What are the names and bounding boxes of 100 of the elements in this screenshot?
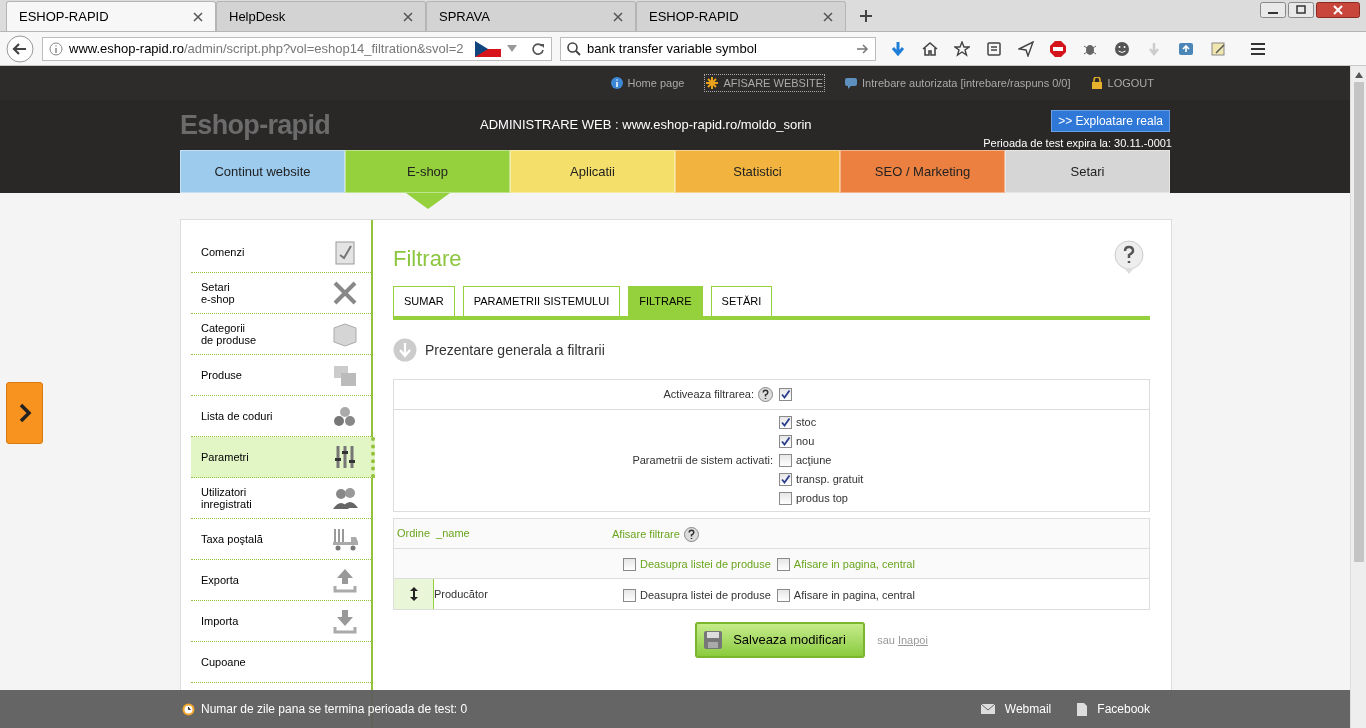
- nav-tab[interactable]: Continut website: [180, 150, 345, 193]
- save-button[interactable]: Salveaza modificari: [695, 622, 866, 658]
- column-header: Afisare filtrare: [612, 527, 680, 543]
- new-tab-icon[interactable]: [860, 10, 872, 22]
- sidebar-item[interactable]: Importa: [191, 601, 371, 642]
- page-tab[interactable]: SUMAR: [393, 286, 455, 316]
- top-link[interactable]: AFISARE WEBSITE: [704, 73, 826, 93]
- section-title: Prezentare generala a filtrarii: [425, 340, 605, 360]
- sidebar-item[interactable]: Setari e-shop: [191, 273, 371, 314]
- checkbox[interactable]: [623, 588, 636, 602]
- sidebar-label: Utilizatori inregistrati: [201, 486, 253, 510]
- help-icon[interactable]: [1112, 240, 1146, 276]
- document-icon: [1077, 702, 1088, 716]
- send-icon[interactable]: [1018, 40, 1034, 57]
- field-label: Activeaza filtrarea:: [663, 387, 754, 403]
- back-icon[interactable]: [6, 34, 34, 63]
- close-icon[interactable]: [823, 11, 833, 22]
- close-icon[interactable]: [1316, 2, 1360, 18]
- search-icon: [567, 41, 581, 56]
- checkbox[interactable]: [779, 435, 792, 448]
- sidebar-item[interactable]: Utilizatori inregistrati: [191, 478, 371, 519]
- sidebar-label: Exporta: [201, 574, 240, 586]
- option-label: stoc: [796, 415, 817, 431]
- top-link[interactable]: Intrebare autorizata [intrebare/raspuns 0/0]: [845, 74, 1071, 92]
- scrollbar[interactable]: [1350, 66, 1366, 728]
- checkbox[interactable]: [779, 416, 792, 429]
- browser-tab[interactable]: ESHOP-RAPID: [6, 1, 216, 31]
- sidebar-item[interactable]: Parametri: [191, 437, 375, 478]
- close-icon[interactable]: [403, 11, 413, 22]
- scroll-up-icon[interactable]: [1354, 72, 1363, 78]
- adblock-icon[interactable]: [1050, 40, 1066, 57]
- checkbox[interactable]: [776, 558, 790, 571]
- reload-icon[interactable]: [531, 41, 545, 56]
- note-icon[interactable]: [1210, 40, 1226, 57]
- drag-handle-icon[interactable]: [408, 586, 419, 602]
- restore-icon[interactable]: [1288, 2, 1314, 18]
- top-link[interactable]: Home page: [610, 74, 685, 92]
- sidebar-item[interactable]: Comenzi: [191, 232, 371, 273]
- option-label: transp. gratuit: [796, 472, 864, 488]
- address-bar[interactable]: www.eshop-rapid.ro/admin/script.php?vol=eshop14_filtration&svol=2: [42, 36, 552, 61]
- option-label: nou: [796, 434, 815, 450]
- tab-title: SPRAVA: [439, 7, 490, 26]
- help-icon[interactable]: [683, 527, 699, 542]
- dropdown-icon[interactable]: [507, 44, 517, 53]
- page-tab[interactable]: FILTRARE: [628, 286, 703, 316]
- clock-icon: [182, 702, 195, 716]
- menu-icon[interactable]: [1250, 40, 1266, 57]
- checkbox[interactable]: [779, 473, 792, 486]
- close-icon[interactable]: [193, 11, 203, 22]
- top-link[interactable]: LOGOUT: [1090, 74, 1154, 92]
- or-text: sau: [877, 632, 895, 648]
- smiley-icon[interactable]: [1114, 40, 1130, 57]
- browser-tab[interactable]: SPRAVA: [426, 1, 636, 31]
- status-text: Numar de zile pana se termina perioada de test: 0: [201, 701, 468, 718]
- flag-icon: [475, 40, 501, 57]
- checkbox[interactable]: [623, 558, 636, 571]
- home-icon[interactable]: [922, 40, 938, 57]
- upload-icon[interactable]: [1178, 40, 1194, 57]
- sidebar-label: Produse: [201, 369, 243, 381]
- sidebar-item[interactable]: Cupoane: [191, 642, 371, 683]
- search-text: bank transfer variable symbol: [587, 39, 758, 58]
- arrow-down-circle-icon: [393, 338, 417, 362]
- test-period-text: Perioada de test expira la: 30.11.-0001: [983, 136, 1172, 151]
- reading-list-icon[interactable]: [986, 40, 1002, 57]
- help-icon[interactable]: [758, 387, 773, 402]
- url-text: www.eshop-rapid.ro/admin/script.php?vol=eshop14_filtration&svol=2: [69, 39, 465, 58]
- checkbox[interactable]: [779, 388, 792, 401]
- nav-tab[interactable]: Statistici: [675, 150, 840, 193]
- column-header: _name: [436, 526, 471, 542]
- star-icon[interactable]: [954, 40, 970, 57]
- sidebar-label: Importa: [201, 615, 240, 627]
- sidebar-item[interactable]: Taxa poştală: [191, 519, 371, 560]
- download-icon[interactable]: [890, 40, 906, 57]
- sidebar-label: Cupoane: [201, 656, 247, 668]
- sidebar-item[interactable]: Categorii de produse: [191, 314, 371, 355]
- nav-tab[interactable]: Setari: [1005, 150, 1170, 193]
- nav-tab[interactable]: Aplicatii: [510, 150, 675, 193]
- nav-tab[interactable]: SEO / Marketing: [840, 150, 1005, 193]
- sidebar-item[interactable]: Produse: [191, 355, 371, 396]
- sidebar-label: Taxa poştală: [201, 533, 264, 545]
- checkbox[interactable]: [779, 492, 792, 505]
- info-icon: [49, 41, 63, 56]
- live-mode-button[interactable]: >> Exploatare reala: [1051, 110, 1170, 132]
- sidebar-item[interactable]: Exporta: [191, 560, 371, 601]
- page-tab[interactable]: SETĂRI: [710, 286, 773, 316]
- expand-panel-button[interactable]: [6, 382, 43, 444]
- arrow-right-icon[interactable]: [857, 43, 869, 54]
- browser-tab[interactable]: ESHOP-RAPID: [636, 1, 846, 31]
- close-icon[interactable]: [613, 11, 623, 22]
- nav-tab[interactable]: E-shop: [345, 150, 510, 193]
- footer-link[interactable]: Webmail: [980, 700, 1052, 718]
- checkbox[interactable]: [776, 588, 790, 602]
- search-field[interactable]: bank transfer variable symbol: [560, 36, 876, 61]
- field-label: Parametrii de sistem activati:: [631, 453, 774, 469]
- minimize-icon[interactable]: [1260, 2, 1286, 18]
- sidebar-label: Categorii de produse: [201, 322, 258, 346]
- footer-link[interactable]: Facebook: [1077, 700, 1150, 718]
- checkbox[interactable]: [779, 454, 792, 467]
- page-tab[interactable]: PARAMETRII SISTEMULUI: [462, 286, 621, 316]
- browser-tab[interactable]: HelpDesk: [216, 1, 426, 31]
